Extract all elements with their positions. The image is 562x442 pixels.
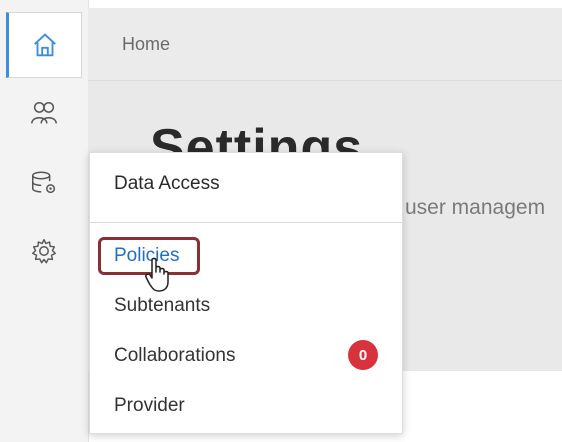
rail-users-button[interactable] <box>6 80 82 146</box>
data-access-flyout-menu: Data Access Policies Subtenants Collabor… <box>89 152 403 434</box>
hand-cursor-icon <box>145 257 169 292</box>
collaborations-count-badge: 0 <box>348 340 378 370</box>
users-icon <box>31 101 57 124</box>
rail-settings-button[interactable] <box>6 218 82 284</box>
breadcrumb-home[interactable]: Home <box>122 34 170 55</box>
flyout-title: Data Access <box>114 173 220 194</box>
left-nav-rail <box>0 0 89 442</box>
page-subtitle: user managem <box>405 196 546 219</box>
menu-item-collaborations[interactable]: Collaborations <box>114 345 235 367</box>
rail-data-access-button[interactable] <box>6 150 82 216</box>
menu-item-provider[interactable]: Provider <box>114 395 185 417</box>
database-gear-icon <box>32 171 56 194</box>
home-icon <box>34 33 56 57</box>
flyout-divider <box>90 222 402 223</box>
rail-home-button[interactable] <box>6 12 82 78</box>
menu-item-subtenants[interactable]: Subtenants <box>114 295 210 317</box>
top-header: Home <box>88 8 562 81</box>
gear-icon <box>32 239 56 264</box>
